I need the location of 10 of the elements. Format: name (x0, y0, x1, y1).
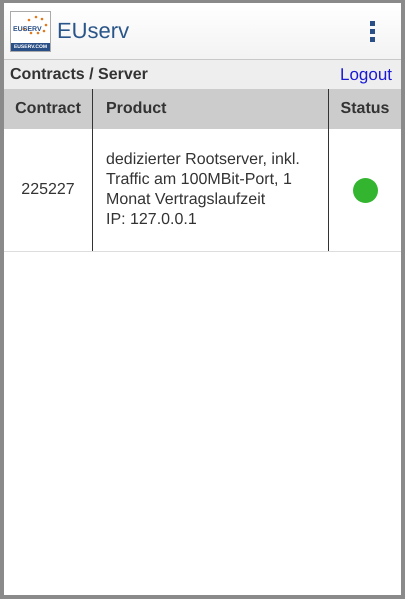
product-description: dedizierter Rootserver, inkl. Traffic am 100MBit-Port, 1 Monat Vertragslaufzeit (106, 150, 301, 210)
breadcrumb: Contracts / Server (10, 66, 148, 84)
table-cell: 225227 (4, 129, 92, 252)
column-header: Product (92, 89, 328, 129)
column-header: Contract (4, 89, 92, 129)
ip-address: IP: 127.0.0.1 (106, 210, 198, 230)
column-header: Status (328, 89, 401, 129)
menu-icon[interactable] (368, 18, 377, 44)
logout-link[interactable]: Logout (340, 64, 392, 84)
app-title: EUserv (57, 18, 130, 44)
